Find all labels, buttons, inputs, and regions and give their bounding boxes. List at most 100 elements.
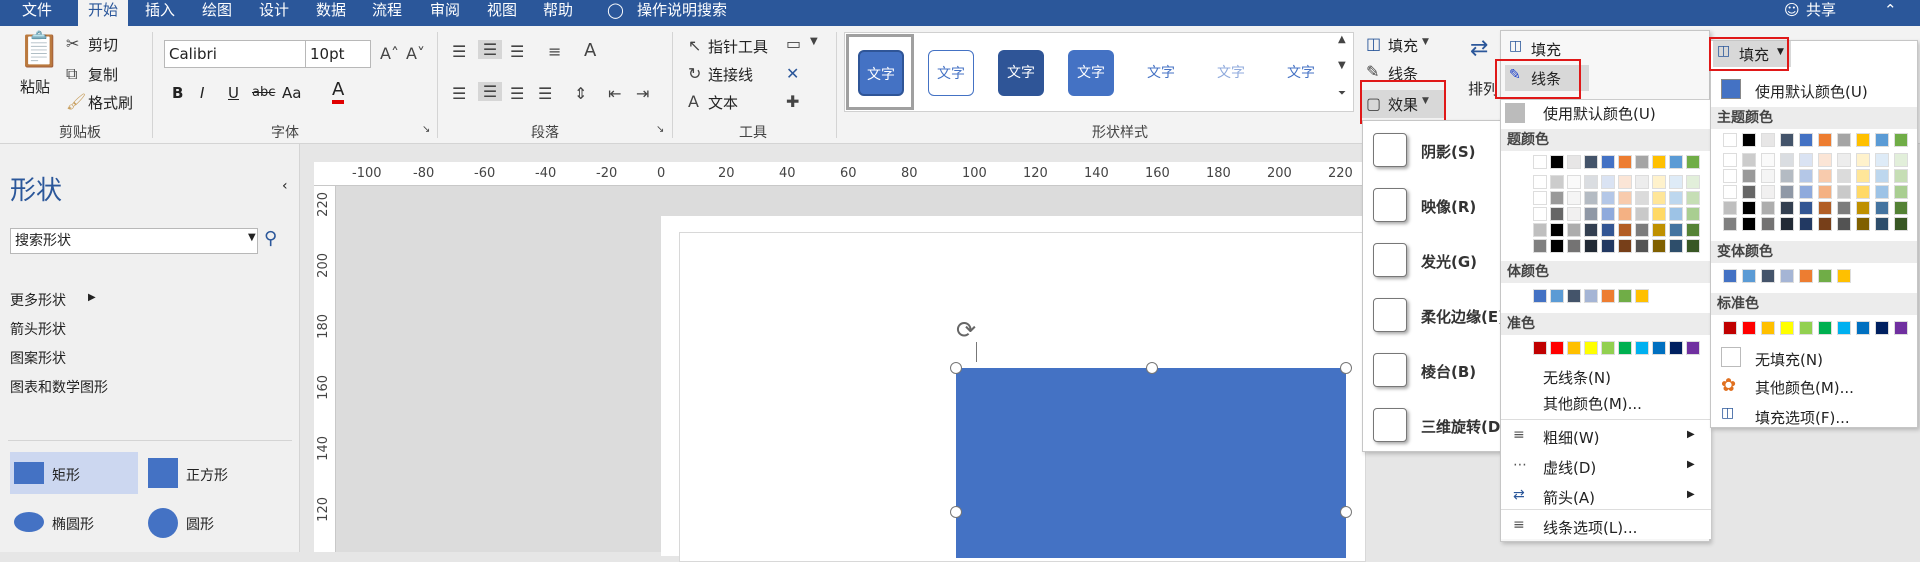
color-swatch[interactable] [1669,175,1683,189]
color-swatch[interactable] [1837,321,1851,335]
color-swatch[interactable] [1567,223,1581,237]
color-swatch[interactable] [1618,223,1632,237]
effect-menu-item[interactable]: 棱台(B) [1421,361,1476,382]
style-swatch[interactable]: 文字 [1278,50,1324,96]
style-swatch[interactable]: 文字 [1068,50,1114,96]
chevron-down-icon[interactable]: ▼ [248,232,256,243]
color-swatch[interactable] [1894,185,1908,199]
arrange-button[interactable]: 排列 [1468,78,1498,99]
color-swatch[interactable] [1837,185,1851,199]
color-swatch[interactable] [1533,341,1547,355]
text-size-icon[interactable]: A [584,40,596,61]
effect-menu-item[interactable]: 映像(R) [1421,196,1476,217]
shape-rectangle[interactable]: 矩形 [52,465,80,485]
search-icon[interactable]: ⚲ [264,228,277,249]
square-shape-icon[interactable] [148,458,178,488]
color-swatch[interactable] [1780,201,1794,215]
color-swatch[interactable] [1652,191,1666,205]
align-top-icon[interactable]: ☰ [452,42,466,61]
color-swatch[interactable] [1669,223,1683,237]
gallery-more-icon[interactable]: ⏷ [1338,88,1346,99]
color-swatch[interactable] [1652,155,1666,169]
color-swatch[interactable] [1533,289,1547,303]
color-swatch[interactable] [1618,239,1632,253]
color-swatch[interactable] [1799,133,1813,147]
color-swatch[interactable] [1799,321,1813,335]
fill-header[interactable]: ◫ 填充 [1505,35,1595,61]
color-swatch[interactable] [1780,185,1794,199]
more-colors-item[interactable]: 其他颜色(M)... [1543,393,1642,414]
color-swatch[interactable] [1584,223,1598,237]
standard-color-row[interactable] [1533,341,1703,359]
circle-shape-icon[interactable] [148,508,178,538]
format-painter-button[interactable]: 格式刷 [88,92,133,113]
color-swatch[interactable] [1799,269,1813,283]
effect-menu-item[interactable]: 三维旋转(D) [1421,416,1507,437]
color-swatch[interactable] [1618,191,1632,205]
shrink-font-icon[interactable]: A˅ [406,44,425,63]
color-swatch[interactable] [1837,133,1851,147]
color-swatch[interactable] [1567,175,1581,189]
color-swatch[interactable] [1837,217,1851,231]
tab-file[interactable]: 文件 [22,0,52,26]
color-swatch[interactable] [1635,239,1649,253]
color-swatch[interactable] [1533,239,1547,253]
fill-button[interactable]: 填充 [1388,35,1418,56]
color-swatch[interactable] [1780,133,1794,147]
color-swatch[interactable] [1856,185,1870,199]
style-swatch[interactable]: 文字 [858,50,904,96]
color-swatch[interactable] [1652,341,1666,355]
color-swatch[interactable] [1533,207,1547,221]
color-swatch[interactable] [1856,321,1870,335]
align-right-icon[interactable]: ☰ [510,84,524,103]
color-swatch[interactable] [1618,207,1632,221]
color-swatch[interactable] [1723,321,1737,335]
color-swatch[interactable] [1818,153,1832,167]
italic-button[interactable]: I [200,84,204,102]
resize-handle[interactable] [950,362,962,374]
arrows-item[interactable]: 箭头(A) [1543,487,1595,508]
color-swatch[interactable] [1601,289,1615,303]
color-swatch[interactable] [1875,169,1889,183]
color-swatch[interactable] [1550,175,1564,189]
color-swatch[interactable] [1686,175,1700,189]
bold-button[interactable]: B [172,84,183,102]
no-fill-item[interactable]: 无填充(N) [1755,349,1823,370]
color-swatch[interactable] [1584,207,1598,221]
resize-handle[interactable] [950,506,962,518]
color-swatch[interactable] [1742,321,1756,335]
color-swatch[interactable] [1635,155,1649,169]
tab-review[interactable]: 审阅 [430,0,460,26]
color-swatch[interactable] [1761,133,1775,147]
color-swatch[interactable] [1723,217,1737,231]
color-swatch[interactable] [1761,321,1775,335]
use-default-color[interactable]: 使用默认颜色(U) [1543,103,1656,124]
dialog-launcher-icon[interactable]: ↘ [422,124,430,135]
tab-insert[interactable]: 插入 [145,0,175,26]
variant-color-row[interactable] [1723,269,1913,287]
resize-handle[interactable] [1340,506,1352,518]
theme-color-grid[interactable] [1533,155,1703,255]
style-swatch[interactable]: 文字 [1138,50,1184,96]
color-swatch[interactable] [1601,341,1615,355]
more-shapes-link[interactable]: 更多形状 [10,290,66,310]
color-swatch[interactable] [1533,223,1547,237]
color-swatch[interactable] [1742,169,1756,183]
tell-me-search[interactable]: 操作说明搜索 [637,0,727,26]
color-swatch[interactable] [1818,269,1832,283]
color-swatch[interactable] [1818,321,1832,335]
color-swatch[interactable] [1669,239,1683,253]
pointer-tool-button[interactable]: 指针工具 [708,36,768,57]
color-swatch[interactable] [1618,289,1632,303]
rotate-handle-icon[interactable]: ⟳ [956,316,976,344]
color-swatch[interactable] [1550,223,1564,237]
increase-indent-icon[interactable]: ⇥ [636,84,649,103]
color-swatch[interactable] [1723,153,1737,167]
paste-button[interactable]: 粘贴 [20,76,50,97]
color-swatch[interactable] [1567,289,1581,303]
color-swatch[interactable] [1780,321,1794,335]
search-shapes-input[interactable]: 搜索形状 [10,228,258,254]
color-swatch[interactable] [1875,321,1889,335]
paste-icon[interactable]: 📋 [18,30,60,70]
color-swatch[interactable] [1550,239,1564,253]
